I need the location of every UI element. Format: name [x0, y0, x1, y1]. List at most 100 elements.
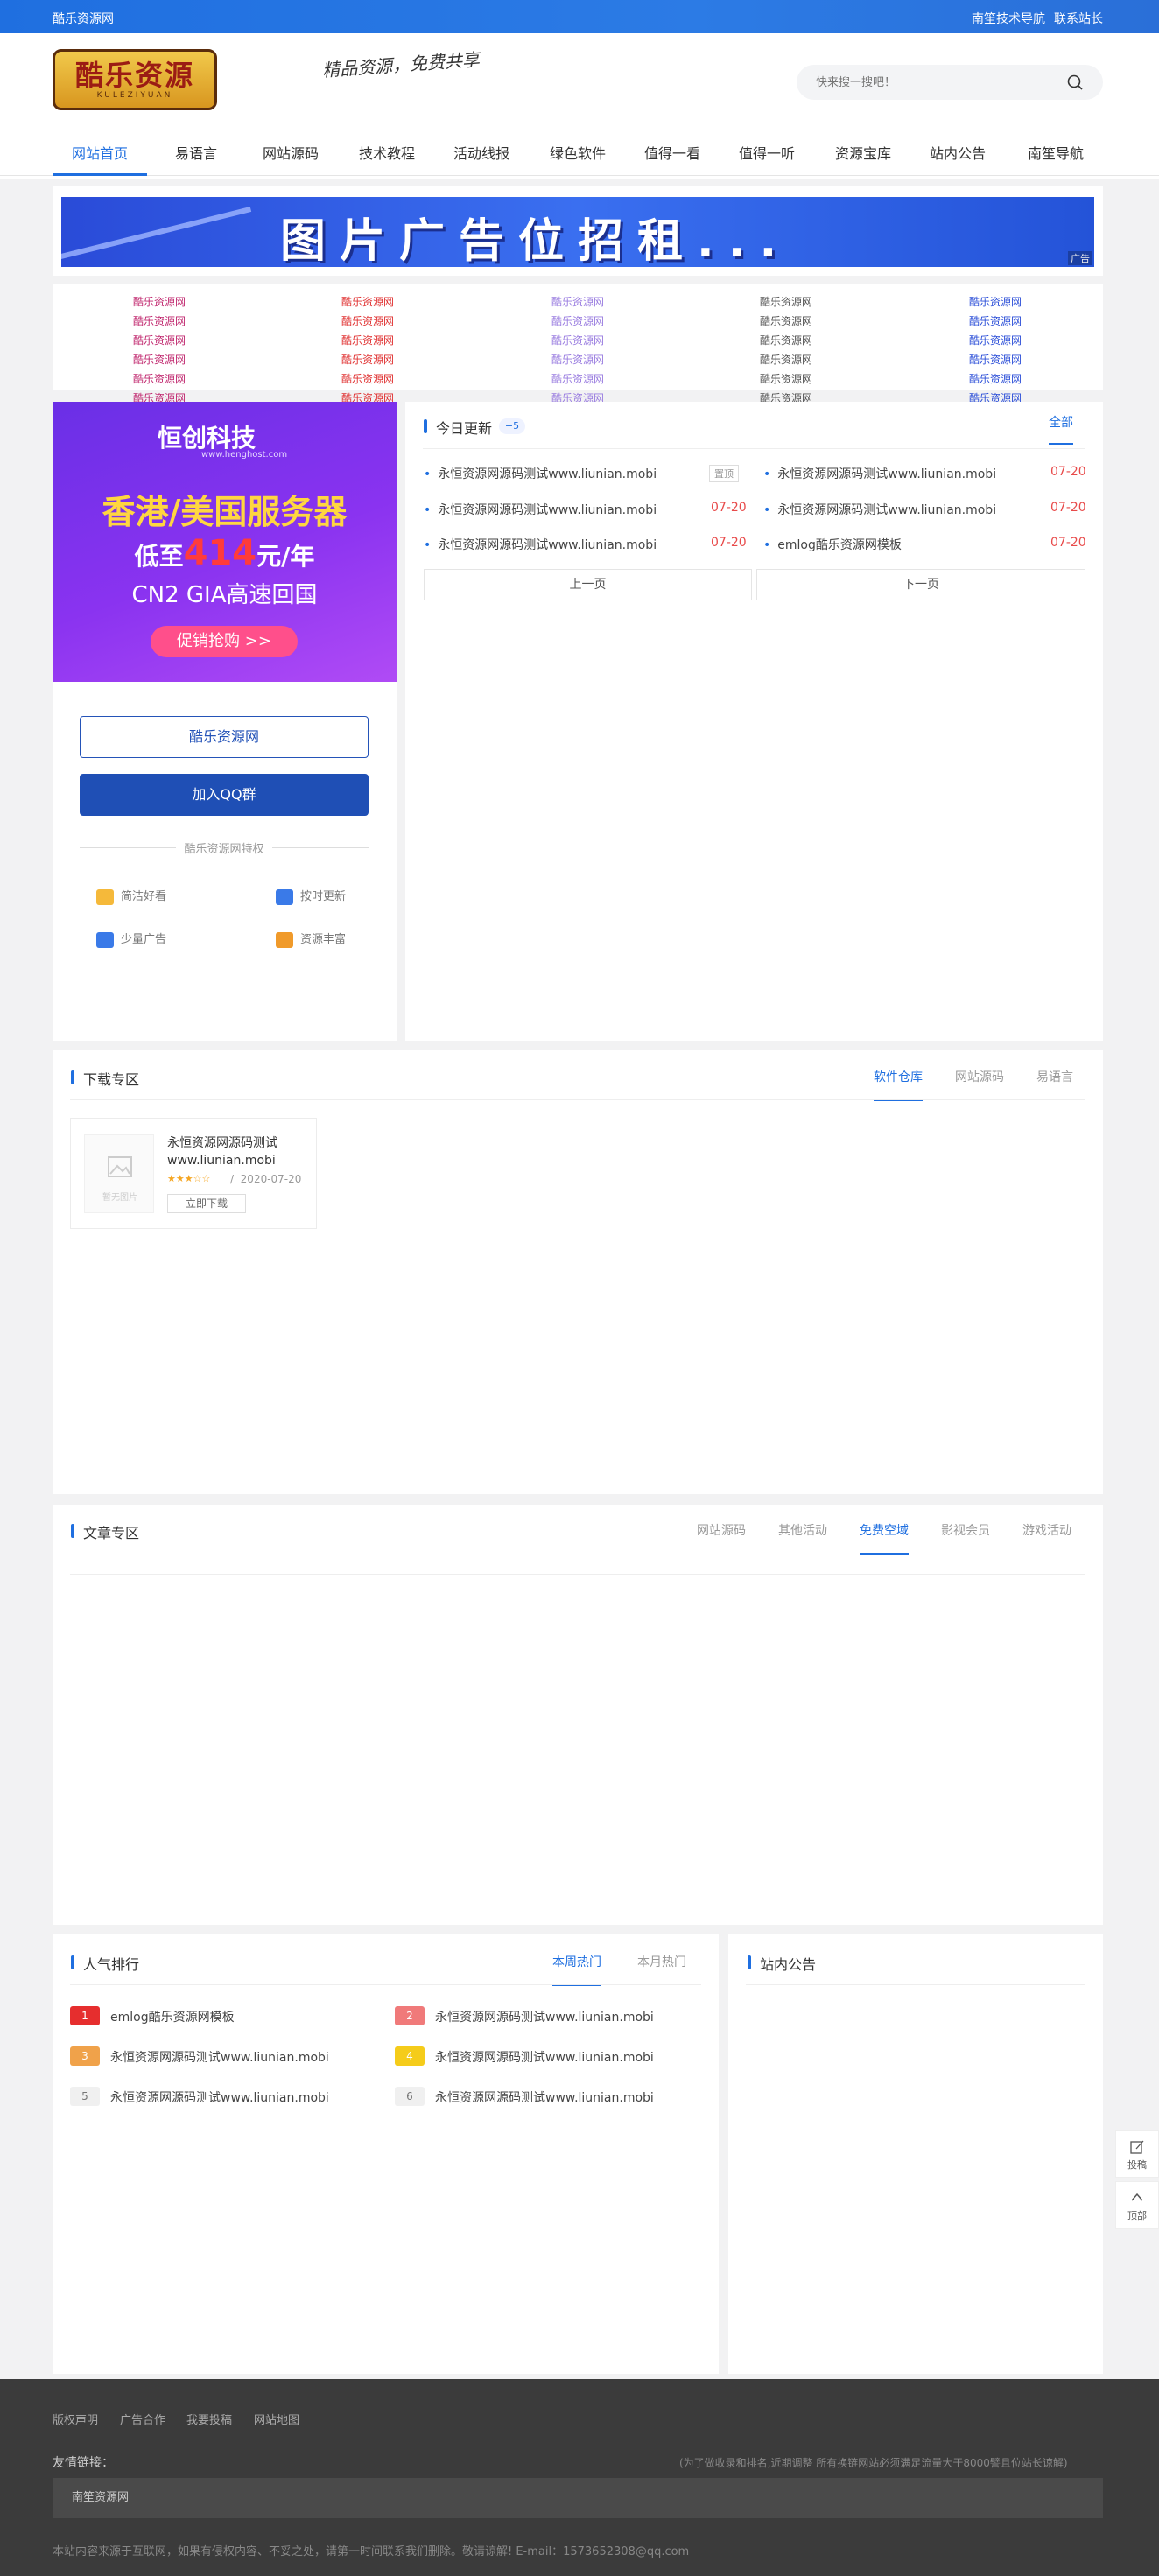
- search-input[interactable]: [816, 73, 1052, 92]
- friend-link-3-5[interactable]: 酷乐资源网: [969, 333, 1022, 347]
- rank-item-4[interactable]: 永恒资源网源码测试www.liunian.mobi: [435, 2048, 654, 2066]
- friend-link-4-2[interactable]: 酷乐资源网: [341, 352, 394, 367]
- friend-link-2-3[interactable]: 酷乐资源网: [551, 313, 604, 328]
- product-thumbnail: 暂无图片: [84, 1134, 154, 1213]
- footer-link-submit[interactable]: 我要投稿: [186, 2411, 232, 2427]
- submit-label: 投稿: [1127, 2159, 1147, 2171]
- nav-source[interactable]: 网站源码: [247, 136, 334, 176]
- tab-art-game[interactable]: 游戏活动: [1022, 1521, 1071, 1553]
- nav-eyuyan[interactable]: 易语言: [152, 136, 240, 176]
- rank-item-5[interactable]: 永恒资源网源码测试www.liunian.mobi: [110, 2088, 329, 2106]
- nav-software[interactable]: 绿色软件: [534, 136, 622, 176]
- friend-link-4-1[interactable]: 酷乐资源网: [133, 352, 186, 367]
- tab-eyuyan[interactable]: 易语言: [1036, 1068, 1073, 1099]
- friend-link-item[interactable]: 南笙资源网: [72, 2491, 129, 2504]
- friend-link-3-1[interactable]: 酷乐资源网: [133, 333, 186, 347]
- tab-art-vip[interactable]: 影视会员: [941, 1521, 990, 1553]
- nav-tutorial[interactable]: 技术教程: [343, 136, 431, 176]
- today-item-6[interactable]: emlog酷乐资源网模板: [763, 536, 902, 553]
- friend-link-5-1[interactable]: 酷乐资源网: [133, 371, 186, 386]
- tab-art-other[interactable]: 其他活动: [778, 1521, 827, 1553]
- tab-week-hot[interactable]: 本周热门: [552, 1953, 601, 1986]
- friend-link-1-2[interactable]: 酷乐资源网: [341, 294, 394, 309]
- server-ad[interactable]: 恒创科技 www.henghost.com 香港/美国服务器 低至414元/年 …: [53, 402, 397, 682]
- submit-float-button[interactable]: 投稿: [1115, 2130, 1159, 2178]
- nav-activity[interactable]: 活动线报: [438, 136, 525, 176]
- rank-item-1[interactable]: emlog酷乐资源网模板: [110, 2008, 235, 2025]
- feature-ads: 少量广告: [96, 930, 166, 948]
- friend-link-2-2[interactable]: 酷乐资源网: [341, 313, 394, 328]
- tab-art-free[interactable]: 免费空域: [860, 1521, 909, 1555]
- friend-link-3-2[interactable]: 酷乐资源网: [341, 333, 394, 347]
- rank-item-2[interactable]: 永恒资源网源码测试www.liunian.mobi: [435, 2008, 654, 2025]
- friend-link-2-1[interactable]: 酷乐资源网: [133, 313, 186, 328]
- download-now-button[interactable]: 立即下载: [167, 1194, 246, 1213]
- friend-link-1-1[interactable]: 酷乐资源网: [133, 294, 186, 309]
- footer-link-copyright[interactable]: 版权声明: [53, 2411, 98, 2427]
- nav-nansheng[interactable]: 南笙导航: [1010, 136, 1101, 176]
- today-item-2[interactable]: 永恒资源网源码测试www.liunian.mobi: [763, 465, 996, 482]
- friend-link-4-5[interactable]: 酷乐资源网: [969, 352, 1022, 367]
- friend-link-5-5[interactable]: 酷乐资源网: [969, 371, 1022, 386]
- notice-divider: [746, 1984, 1085, 1985]
- rank-item-3[interactable]: 永恒资源网源码测试www.liunian.mobi: [110, 2048, 329, 2066]
- site-button[interactable]: 酷乐资源网: [80, 716, 369, 758]
- prev-page-button[interactable]: 上一页: [424, 569, 752, 600]
- search-icon[interactable]: [1066, 74, 1084, 91]
- rank-number: 6: [395, 2087, 425, 2106]
- friend-link-1-5[interactable]: 酷乐资源网: [969, 294, 1022, 309]
- back-to-top-button[interactable]: 顶部: [1115, 2181, 1159, 2229]
- footer-link-ads[interactable]: 广告合作: [120, 2411, 165, 2427]
- rank-item-6[interactable]: 永恒资源网源码测试www.liunian.mobi: [435, 2088, 654, 2106]
- links-grid: 酷乐资源网 酷乐资源网 酷乐资源网 酷乐资源网 酷乐资源网 酷乐资源网 酷乐资源网 酷乐资源网…: [53, 284, 1103, 404]
- download-item-title[interactable]: 永恒资源网源码测试www.liunian.mobi: [167, 1134, 312, 1169]
- join-qq-button[interactable]: 加入QQ群: [80, 774, 369, 816]
- image-placeholder-icon: [108, 1156, 132, 1177]
- top-link-contact[interactable]: 联系站长: [1054, 10, 1103, 27]
- today-item-5[interactable]: 永恒资源网源码测试www.liunian.mobi: [424, 536, 657, 553]
- friend-link-1-4[interactable]: 酷乐资源网: [760, 294, 812, 309]
- friend-link-5-3[interactable]: 酷乐资源网: [551, 371, 604, 386]
- feature-rich: 资源丰富: [276, 930, 346, 948]
- friend-link-2-4[interactable]: 酷乐资源网: [760, 313, 812, 328]
- tab-month-hot[interactable]: 本月热门: [637, 1953, 686, 1984]
- today-count-badge: +5: [499, 418, 525, 434]
- today-all-link[interactable]: 全部: [1049, 413, 1073, 445]
- chevron-up-icon: [1131, 2193, 1143, 2201]
- friend-link-5-4[interactable]: 酷乐资源网: [760, 371, 812, 386]
- nav-notice[interactable]: 站内公告: [914, 136, 1001, 176]
- friend-link-3-4[interactable]: 酷乐资源网: [760, 333, 812, 347]
- articles-panel: [53, 1505, 1103, 1925]
- friend-link-4-3[interactable]: 酷乐资源网: [551, 352, 604, 367]
- friend-link-4-4[interactable]: 酷乐资源网: [760, 352, 812, 367]
- footer-link-sitemap[interactable]: 网站地图: [254, 2411, 299, 2427]
- tab-software[interactable]: 软件仓库: [874, 1068, 923, 1101]
- notice-title: 站内公告: [747, 1953, 816, 1974]
- ad-cta-button[interactable]: 促销抢购 >>: [151, 626, 298, 657]
- today-item-4[interactable]: 永恒资源网源码测试www.liunian.mobi: [763, 501, 996, 518]
- friend-link-2-5[interactable]: 酷乐资源网: [969, 313, 1022, 328]
- friend-link-5-2[interactable]: 酷乐资源网: [341, 371, 394, 386]
- today-item-3[interactable]: 永恒资源网源码测试www.liunian.mobi: [424, 501, 657, 518]
- download-item-date: / 2020-07-20: [230, 1173, 302, 1185]
- top-site-name[interactable]: 酷乐资源网: [53, 10, 114, 27]
- feature-label: 简洁好看: [121, 890, 167, 903]
- nav-listen[interactable]: 值得一听: [723, 136, 811, 176]
- friend-link-3-3[interactable]: 酷乐资源网: [551, 333, 604, 347]
- ad-banner[interactable]: 图片广告位招租... 广告: [61, 197, 1094, 267]
- logo-text: 酷乐资源: [74, 59, 194, 92]
- nav-home[interactable]: 网站首页: [53, 136, 147, 176]
- friend-link-1-3[interactable]: 酷乐资源网: [551, 294, 604, 309]
- download-item[interactable]: 暂无图片 永恒资源网源码测试www.liunian.mobi ★★★☆☆ / 2…: [70, 1118, 317, 1229]
- mail-icon: [96, 888, 114, 905]
- next-page-button[interactable]: 下一页: [756, 569, 1085, 600]
- ad-price-post: 元/年: [256, 542, 315, 571]
- nav-watch[interactable]: 值得一看: [629, 136, 716, 176]
- top-link-nav[interactable]: 南笙技术导航: [972, 10, 1045, 27]
- nav-treasure[interactable]: 资源宝库: [819, 136, 907, 176]
- today-item-1[interactable]: 永恒资源网源码测试www.liunian.mobi: [424, 465, 657, 482]
- tab-source[interactable]: 网站源码: [955, 1068, 1004, 1099]
- tab-art-source[interactable]: 网站源码: [697, 1521, 746, 1553]
- site-logo[interactable]: 酷乐资源 KULEZIYUAN: [53, 49, 217, 110]
- footer-copyright: 本站内容来源于互联网，如果有侵权内容、不妥之处，请第一时间联系我们删除。敬请谅解…: [53, 2545, 690, 2558]
